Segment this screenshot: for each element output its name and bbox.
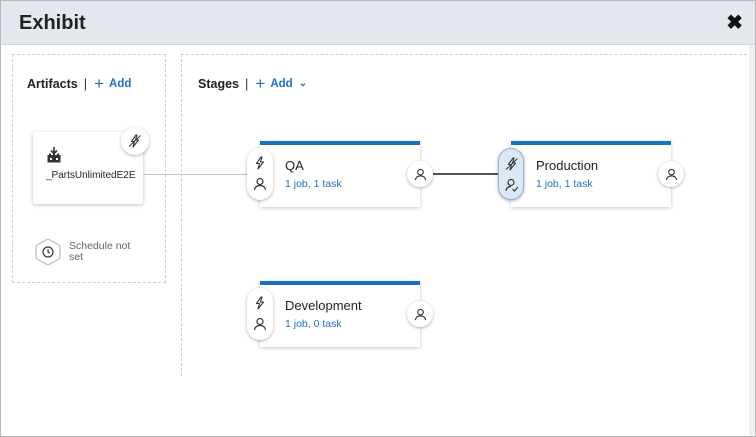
person-icon (665, 168, 677, 180)
lightning-disabled-icon (505, 157, 518, 171)
stage-tasks-link[interactable]: 1 job, 1 task (536, 178, 593, 190)
stage-name: QA (285, 158, 304, 173)
stage-tasks-link[interactable]: 1 job, 0 task (285, 318, 342, 330)
separator: | (245, 76, 249, 91)
schedule-trigger[interactable]: Schedule not set (35, 238, 139, 266)
add-artifact-label: Add (109, 77, 132, 90)
chevron-down-icon: ⌄ (298, 78, 308, 89)
stages-header: Stages | + Add ⌄ (198, 73, 308, 93)
qa-post-deployment-conditions[interactable] (407, 161, 433, 187)
person-icon (414, 168, 426, 180)
add-artifact-button[interactable]: + Add (94, 73, 132, 93)
stage-tasks-link[interactable]: 1 job, 1 task (285, 178, 342, 190)
separator: | (83, 76, 88, 91)
lightning-icon (255, 156, 265, 170)
artifact-to-qa-connector (143, 174, 250, 175)
person-check-icon (505, 178, 519, 192)
scrollbar-gutter (749, 45, 755, 436)
lightning-icon (128, 134, 141, 148)
title-bar: Exhibit ✖ (1, 1, 755, 45)
add-stage-button[interactable]: + Add ⌄ (255, 73, 308, 93)
window-title: Exhibit (19, 12, 86, 34)
stage-card-development[interactable]: Development 1 job, 0 task (260, 281, 420, 347)
build-icon (47, 147, 61, 163)
person-icon (414, 308, 426, 320)
schedule-label: Schedule not set (69, 240, 131, 263)
lightning-icon (255, 296, 265, 310)
artifacts-header: Artifacts | + Add (27, 73, 132, 93)
artifacts-title: Artifacts (27, 76, 78, 91)
exhibit-window: Exhibit ✖ Artifacts | + Add _PartsUnlimi… (0, 0, 756, 437)
continuous-deployment-trigger-button[interactable] (121, 127, 149, 155)
development-pre-deployment-conditions[interactable] (247, 288, 273, 340)
stages-title: Stages (198, 76, 239, 91)
close-button[interactable]: ✖ (726, 11, 743, 35)
plus-icon: + (94, 73, 105, 93)
stage-card-qa[interactable]: QA 1 job, 1 task (260, 141, 420, 207)
development-post-deployment-conditions[interactable] (407, 301, 433, 327)
plus-icon: + (255, 73, 266, 93)
clock-icon (35, 238, 61, 266)
add-stage-label: Add (270, 77, 293, 90)
qa-to-production-connector (431, 173, 501, 175)
stage-card-production[interactable]: Production 1 job, 1 task (511, 141, 671, 207)
person-icon (253, 317, 267, 331)
person-icon (253, 177, 267, 191)
production-post-deployment-conditions[interactable] (658, 161, 684, 187)
qa-pre-deployment-conditions[interactable] (247, 148, 273, 200)
stage-name: Development (285, 298, 362, 313)
artifact-name: _PartsUnlimitedE2E (46, 170, 136, 181)
stage-name: Production (536, 158, 599, 173)
production-pre-deployment-conditions[interactable] (498, 148, 524, 200)
